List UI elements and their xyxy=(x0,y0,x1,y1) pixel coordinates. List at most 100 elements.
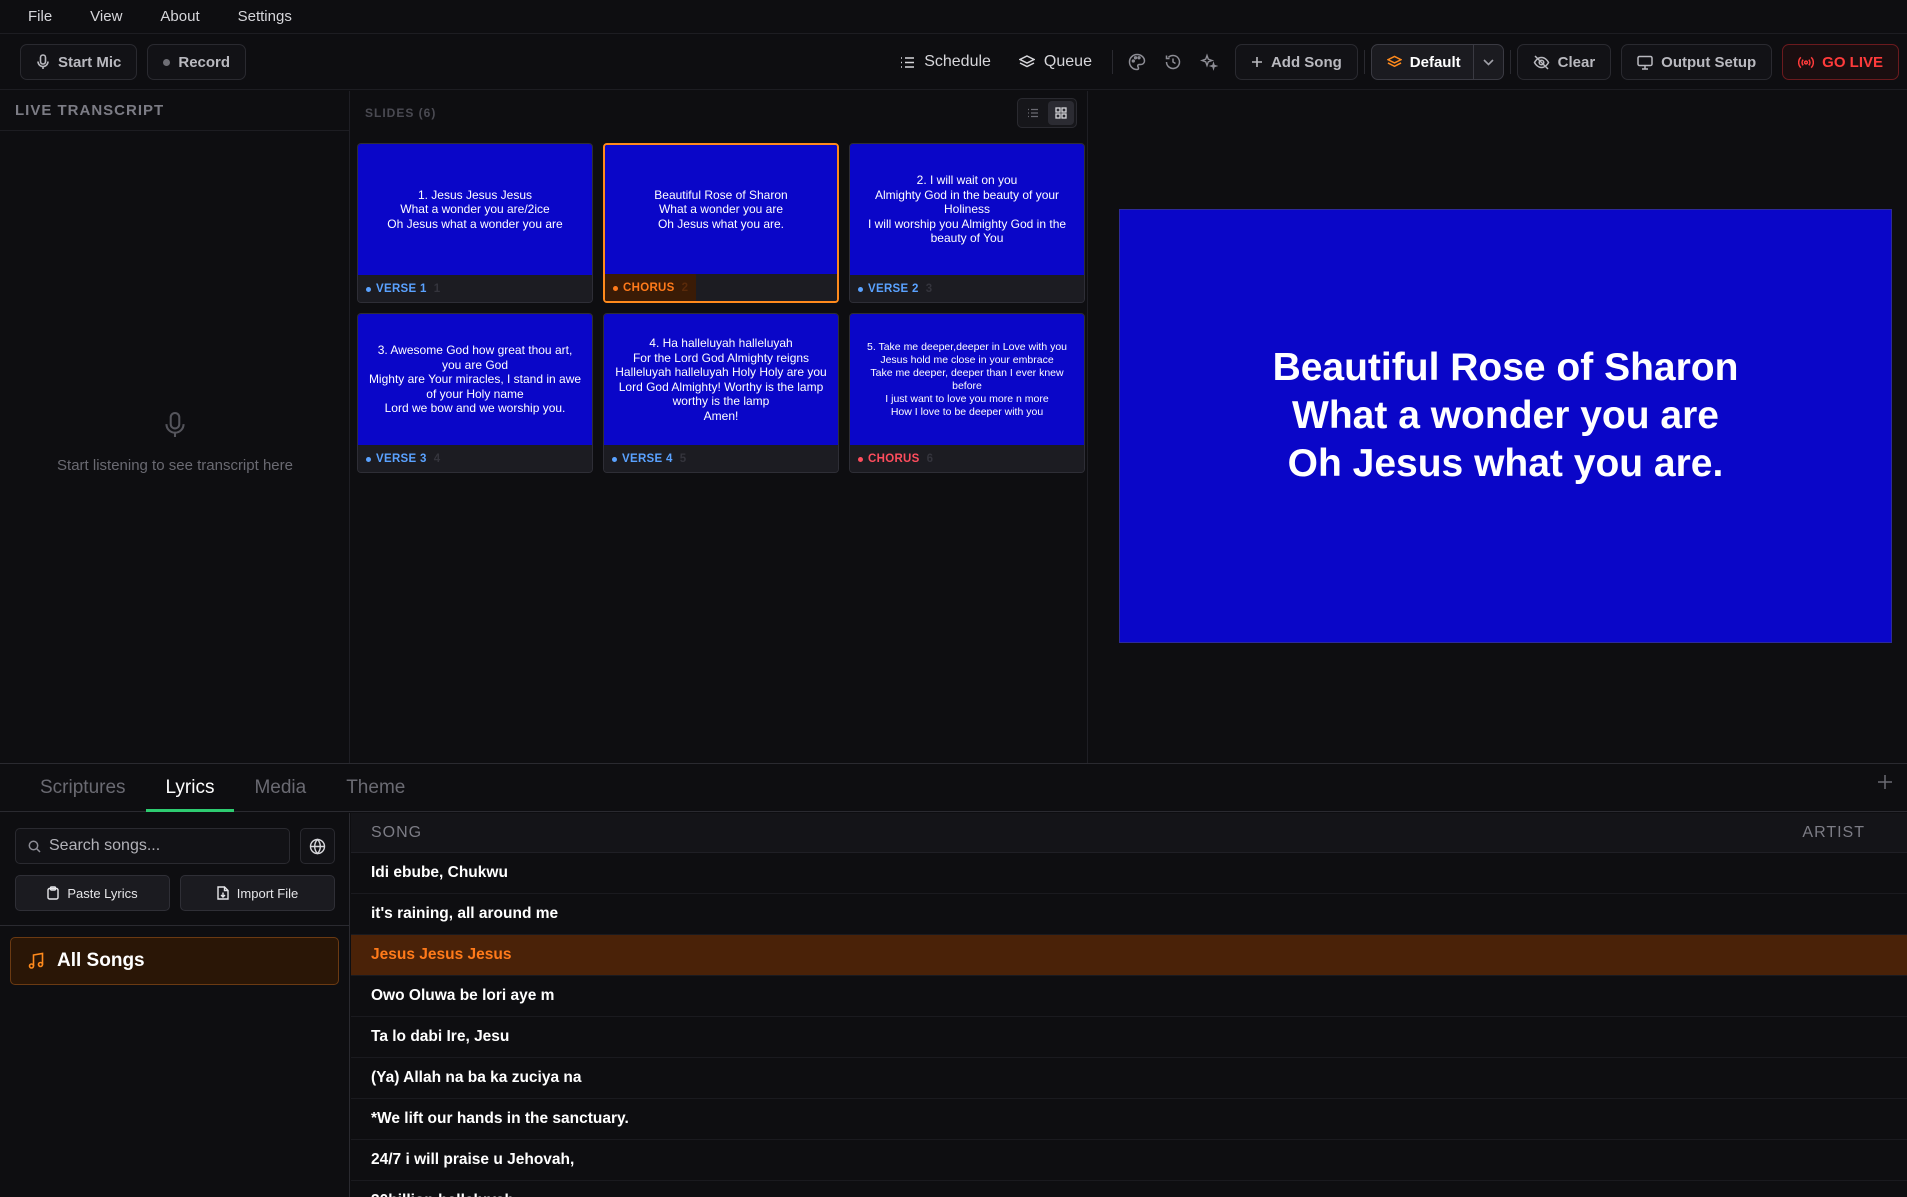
slide-label: VERSE 23 xyxy=(850,275,940,302)
go-live-label: GO LIVE xyxy=(1822,53,1883,71)
slide-card[interactable]: 2. I will wait on you Almighty God in th… xyxy=(849,143,1085,303)
live-transcript-panel: LIVE TRANSCRIPT Start listening to see t… xyxy=(0,91,350,763)
search-icon xyxy=(28,840,41,853)
queue-label: Queue xyxy=(1043,53,1092,70)
broadcast-icon xyxy=(1798,56,1815,69)
table-row[interactable]: *We lift our hands in the sanctuary. xyxy=(351,1099,1907,1140)
online-search-button[interactable] xyxy=(300,828,335,864)
clear-button[interactable]: Clear xyxy=(1516,44,1612,80)
table-row[interactable]: Ta lo dabi Ire, Jesu xyxy=(351,1017,1907,1058)
live-preview-slide: Beautiful Rose of Sharon What a wonder y… xyxy=(1119,209,1892,643)
slide-text: Beautiful Rose of Sharon What a wonder y… xyxy=(605,145,837,274)
record-label: Record xyxy=(178,53,231,71)
queue-button[interactable]: Queue xyxy=(1005,44,1106,80)
table-row[interactable]: it's raining, all around me xyxy=(351,894,1907,935)
live-preview-area: Beautiful Rose of Sharon What a wonder y… xyxy=(1089,91,1907,763)
clear-label: Clear xyxy=(1557,53,1596,71)
magic-button[interactable] xyxy=(1191,44,1227,80)
slide-card[interactable]: 3. Awesome God how great thou art, you a… xyxy=(357,313,593,473)
grid-icon xyxy=(1055,106,1067,119)
transcript-empty-state: Start listening to see transcript here xyxy=(0,411,350,474)
tab-theme[interactable]: Theme xyxy=(326,764,425,811)
menu-settings[interactable]: Settings xyxy=(228,8,302,25)
table-row[interactable]: Idi ebube, Chukwu xyxy=(351,853,1907,894)
add-song-label: Add Song xyxy=(1270,53,1342,71)
transcript-title: LIVE TRANSCRIPT xyxy=(0,91,349,131)
tab-scriptures[interactable]: Scriptures xyxy=(20,764,146,811)
column-artist: ARTIST xyxy=(1802,823,1865,841)
table-row[interactable]: Owo Oluwa be lori aye m xyxy=(351,976,1907,1017)
file-icon xyxy=(217,886,229,900)
menu-view[interactable]: View xyxy=(80,8,132,25)
layers-icon xyxy=(1018,54,1035,70)
add-song-button[interactable]: Add Song xyxy=(1234,44,1358,80)
view-toggle xyxy=(1017,97,1077,128)
schedule-button[interactable]: Schedule xyxy=(886,44,1005,80)
default-label: Default xyxy=(1409,53,1461,71)
record-dot-icon xyxy=(163,58,171,66)
start-mic-button[interactable]: Start Mic xyxy=(20,44,138,80)
tab-lyrics[interactable]: Lyrics xyxy=(145,764,235,812)
table-row[interactable]: 24/7 i will praise u Jehovah, xyxy=(351,1140,1907,1181)
slide-text: 5. Take me deeper,deeper in Love with yo… xyxy=(850,314,1084,445)
transcript-empty-text: Start listening to see transcript here xyxy=(57,457,293,474)
list-view-button[interactable] xyxy=(1020,101,1046,125)
output-setup-button[interactable]: Output Setup xyxy=(1621,44,1773,80)
slide-label: CHORUS 2 xyxy=(605,274,697,301)
lyrics-library-sidebar: Paste Lyrics Import File All Songs xyxy=(0,813,350,1197)
music-note-icon xyxy=(27,952,45,970)
paste-lyrics-button[interactable]: Paste Lyrics xyxy=(15,875,170,911)
slide-text: 1. Jesus Jesus Jesus What a wonder you a… xyxy=(358,144,592,275)
plus-icon xyxy=(1877,774,1893,790)
add-tab-button[interactable] xyxy=(1877,774,1893,790)
slide-card-selected[interactable]: Beautiful Rose of Sharon What a wonder y… xyxy=(603,143,839,303)
clipboard-icon xyxy=(47,886,60,900)
mic-icon xyxy=(163,411,187,439)
list-icon xyxy=(1027,108,1039,118)
all-songs-label: All Songs xyxy=(57,950,145,971)
slide-text: 4. Ha halleluyah halleluyah For the Lord… xyxy=(604,314,838,445)
menu-file[interactable]: File xyxy=(18,8,62,25)
theme-default-select[interactable]: Default xyxy=(1370,44,1504,80)
chevron-down-icon[interactable] xyxy=(1472,45,1503,79)
go-live-button[interactable]: GO LIVE xyxy=(1782,44,1899,80)
menu-bar: File View About Settings xyxy=(0,0,1907,34)
history-icon xyxy=(1164,53,1182,71)
song-search xyxy=(15,828,290,864)
list-icon xyxy=(900,56,915,69)
all-songs-item[interactable]: All Songs xyxy=(10,937,339,985)
monitor-icon xyxy=(1637,55,1653,70)
eye-off-icon xyxy=(1533,54,1550,70)
slide-card[interactable]: 1. Jesus Jesus Jesus What a wonder you a… xyxy=(357,143,593,303)
slide-label: CHORUS 6 xyxy=(850,445,941,472)
slides-title: SLIDES (6) xyxy=(365,105,437,120)
table-header: SONG ARTIST xyxy=(351,813,1907,853)
import-file-label: Import File xyxy=(236,885,299,901)
sparkles-icon xyxy=(1199,53,1218,71)
search-input[interactable] xyxy=(49,837,269,855)
slide-card[interactable]: 5. Take me deeper,deeper in Love with yo… xyxy=(849,313,1085,473)
slide-label: VERSE 11 xyxy=(358,275,448,302)
history-button[interactable] xyxy=(1155,44,1191,80)
divider xyxy=(0,925,350,926)
slide-text: 3. Awesome God how great thou art, you a… xyxy=(358,314,592,445)
mic-icon xyxy=(36,54,50,70)
divider xyxy=(1509,50,1511,74)
table-row[interactable]: 30billion halleluyah xyxy=(351,1181,1907,1197)
slide-label: VERSE 34 xyxy=(358,445,448,472)
tab-media[interactable]: Media xyxy=(234,764,326,811)
import-file-button[interactable]: Import File xyxy=(180,875,335,911)
paste-lyrics-label: Paste Lyrics xyxy=(67,885,138,901)
table-row-selected[interactable]: Jesus Jesus Jesus xyxy=(351,935,1907,976)
menu-about[interactable]: About xyxy=(150,8,209,25)
start-mic-label: Start Mic xyxy=(58,53,122,71)
record-button[interactable]: Record xyxy=(147,44,247,80)
slides-grid: 1. Jesus Jesus Jesus What a wonder you a… xyxy=(357,143,1085,473)
palette-button[interactable] xyxy=(1119,44,1155,80)
slide-label: VERSE 45 xyxy=(604,445,694,472)
layers-icon xyxy=(1386,55,1402,70)
toolbar: Start Mic Record Schedule Queue Add Song… xyxy=(0,35,1907,90)
table-row[interactable]: (Ya) Allah na ba ka zuciya na xyxy=(351,1058,1907,1099)
slide-card[interactable]: 4. Ha halleluyah halleluyah For the Lord… xyxy=(603,313,839,473)
grid-view-button[interactable] xyxy=(1048,100,1074,125)
